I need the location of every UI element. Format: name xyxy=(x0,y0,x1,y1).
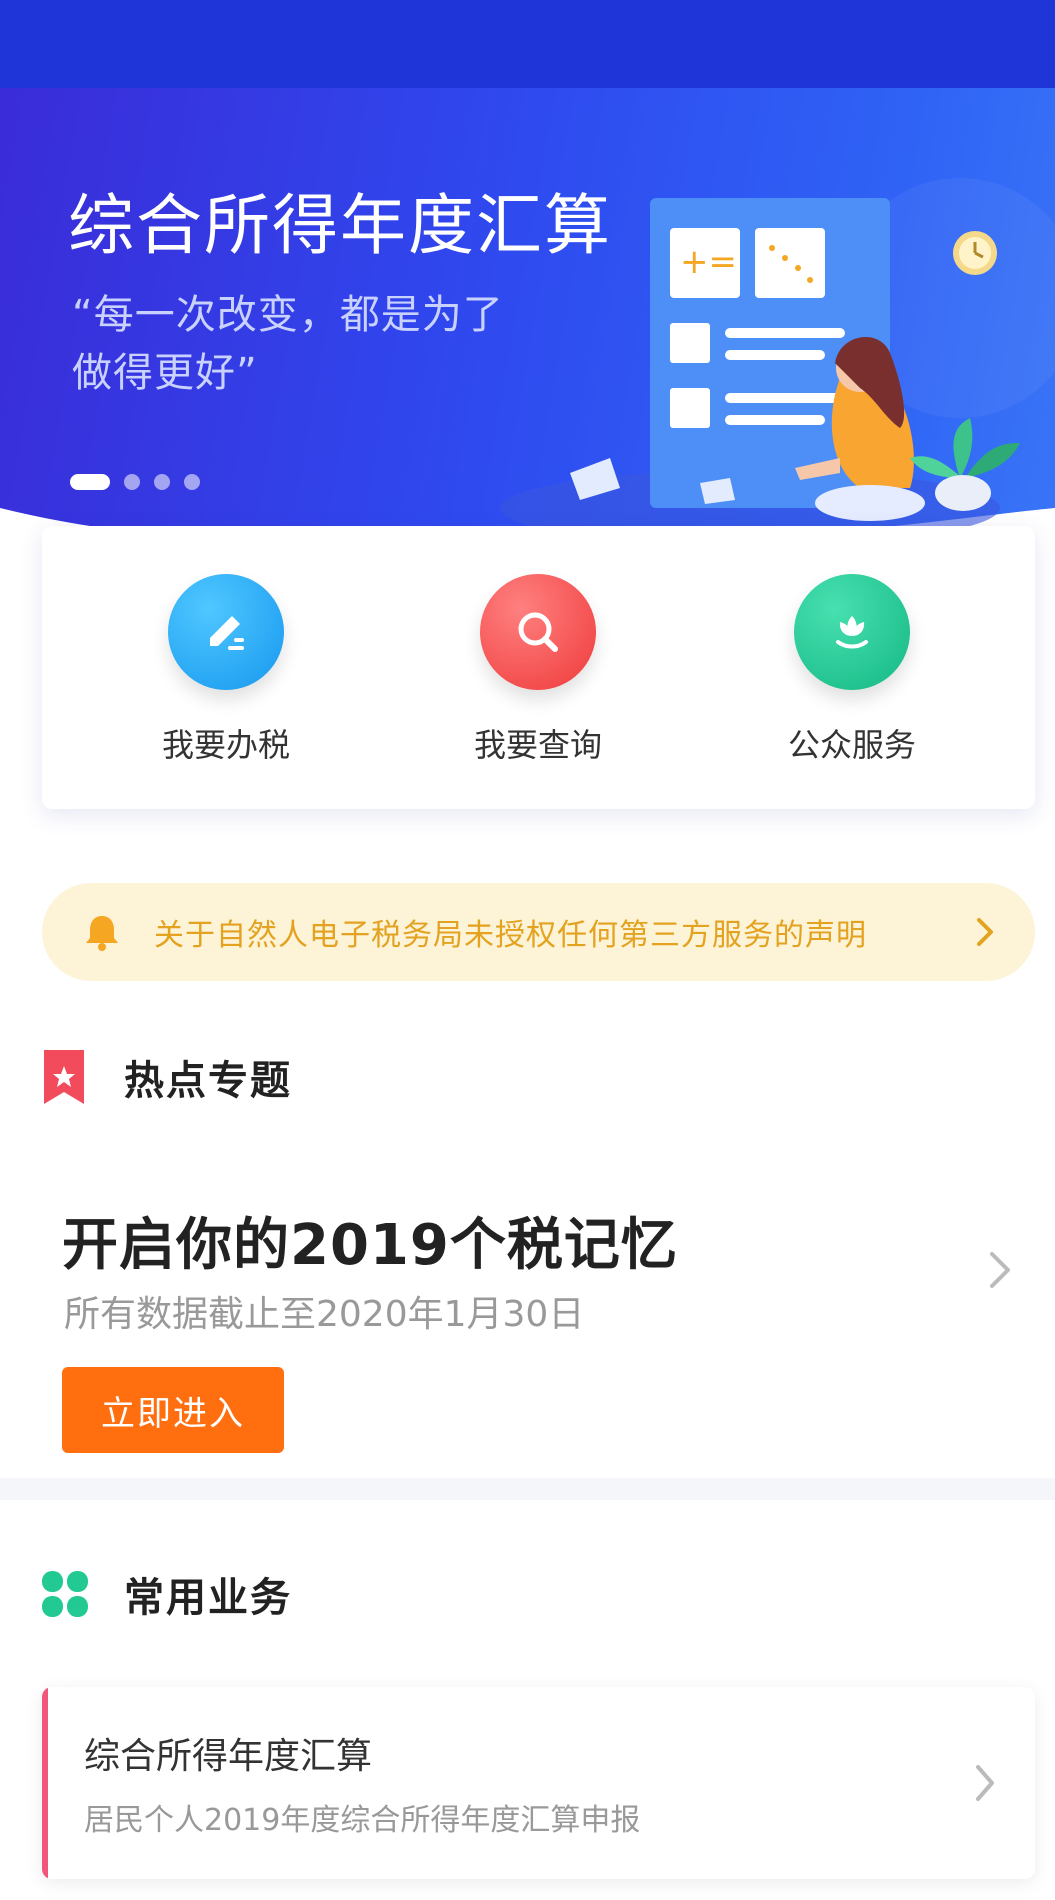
section-divider xyxy=(0,1478,1055,1500)
search-icon xyxy=(480,574,596,690)
notice-text: 关于自然人电子税务局未授权任何第三方服务的声明 xyxy=(154,918,867,953)
banner-illustration: += xyxy=(500,198,1020,546)
status-bar xyxy=(0,0,1055,88)
section-title: 热点专题 xyxy=(124,1058,292,1104)
hot-topics-header: 热点专题 xyxy=(42,1048,292,1106)
service-label: 我要办税 xyxy=(161,726,290,764)
business-name: 综合所得年度汇算 xyxy=(84,1736,373,1777)
service-public[interactable]: 公众服务 xyxy=(732,574,972,766)
banner-quote: “每一次改变，都是为了做得更好” xyxy=(72,292,504,396)
service-label: 我要查询 xyxy=(473,726,602,764)
clover-icon xyxy=(40,1569,90,1619)
quick-services-card: 我要办税 我要查询 公众服务 xyxy=(42,526,1035,809)
chevron-right-icon[interactable] xyxy=(986,1248,1014,1296)
edit-icon xyxy=(168,574,284,690)
notice-bar[interactable]: 关于自然人电子税务局未授权任何第三方服务的声明 xyxy=(42,883,1035,981)
hot-topic-headline[interactable]: 开启你的2019个税记忆 xyxy=(62,1200,678,1281)
service-query[interactable]: 我要查询 xyxy=(418,574,658,766)
chevron-right-icon xyxy=(973,914,997,950)
common-business-header: 常用业务 xyxy=(40,1565,292,1623)
business-description: 居民个人2019年度综合所得年度汇算申报 xyxy=(84,1803,641,1838)
bell-icon xyxy=(80,910,124,954)
carousel-dot-active[interactable] xyxy=(70,474,110,490)
carousel-dot[interactable] xyxy=(154,474,170,490)
hot-topic-subtitle: 所有数据截止至2020年1月30日 xyxy=(64,1294,585,1335)
carousel-dot[interactable] xyxy=(124,474,140,490)
carousel-dot[interactable] xyxy=(184,474,200,490)
svg-text:+=: += xyxy=(680,242,737,282)
business-card[interactable]: 综合所得年度汇算 居民个人2019年度综合所得年度汇算申报 xyxy=(42,1687,1035,1879)
enter-now-button[interactable]: 立即进入 xyxy=(62,1367,284,1453)
service-label: 公众服务 xyxy=(787,726,916,764)
carousel-indicator xyxy=(70,474,200,490)
service-handle-tax[interactable]: 我要办税 xyxy=(106,574,346,766)
chevron-right-icon xyxy=(972,1761,998,1809)
card-accent-bar xyxy=(42,1687,48,1879)
section-title: 常用业务 xyxy=(124,1575,292,1621)
flower-icon xyxy=(794,574,910,690)
bookmark-star-icon xyxy=(42,1048,86,1106)
